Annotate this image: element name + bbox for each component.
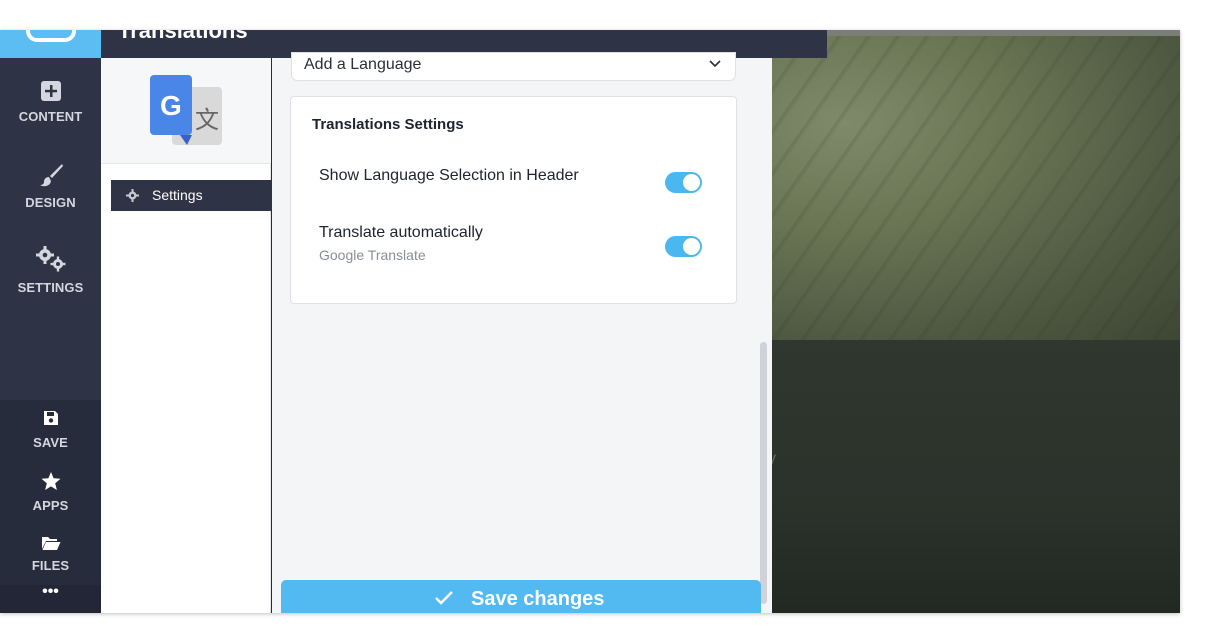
add-language-select[interactable]: Add a Language bbox=[291, 52, 736, 81]
brand-logo[interactable] bbox=[0, 30, 101, 58]
google-translate-logo: G 文 bbox=[150, 75, 222, 145]
floppy-icon bbox=[43, 411, 58, 425]
nav-save[interactable]: SAVE bbox=[0, 410, 101, 452]
save-changes-button[interactable]: Save changes bbox=[281, 580, 761, 613]
preview-hero-image bbox=[760, 30, 1180, 340]
site-preview: e cy bbox=[760, 30, 1180, 613]
toggle-knob bbox=[683, 174, 700, 191]
cloud-icon bbox=[26, 30, 76, 42]
nav-content[interactable]: CONTENT bbox=[0, 80, 101, 126]
show-language-selection-label: Show Language Selection in Header bbox=[319, 167, 579, 184]
brush-icon bbox=[39, 164, 63, 187]
preview-lower-section bbox=[760, 340, 1180, 613]
add-language-select-value: Add a Language bbox=[304, 56, 422, 73]
app-subnav: G 文 Settings bbox=[101, 58, 279, 613]
gears-icon bbox=[35, 246, 65, 272]
nav-settings-label: SETTINGS bbox=[17, 280, 84, 295]
app-logo-area: G 文 bbox=[101, 58, 271, 164]
nav-settings[interactable]: SETTINGS bbox=[0, 245, 101, 297]
translate-automatically-toggle[interactable] bbox=[665, 236, 702, 257]
main-sidebar: CONTENT DESIGN SETTINGS SAVE APPS FILES bbox=[0, 30, 101, 613]
folder-open-icon bbox=[41, 537, 60, 550]
check-icon bbox=[435, 591, 453, 605]
translate-automatically-sublabel: Google Translate bbox=[319, 247, 426, 263]
editor-window: e cy CONTENT DESIGN SETTINGS SAVE APPS bbox=[0, 30, 1180, 613]
gear-icon bbox=[126, 189, 139, 202]
nav-apps[interactable]: APPS bbox=[0, 472, 101, 515]
chevron-down-icon bbox=[709, 60, 721, 68]
card-title: Translations Settings bbox=[312, 116, 464, 133]
nav-design[interactable]: DESIGN bbox=[0, 162, 101, 212]
show-language-selection-toggle[interactable] bbox=[665, 172, 702, 193]
svg-text:G: G bbox=[160, 90, 182, 121]
nav-files[interactable]: FILES bbox=[0, 535, 101, 575]
settings-panel: Add a Language Translations Settings Sho… bbox=[272, 52, 772, 613]
nav-save-label: SAVE bbox=[33, 435, 68, 450]
tab-settings[interactable]: Settings bbox=[111, 180, 279, 211]
tab-settings-label: Settings bbox=[152, 187, 203, 203]
nav-files-label: FILES bbox=[31, 558, 70, 573]
sidebar-bottom-group: SAVE APPS FILES bbox=[0, 400, 101, 613]
nav-content-label: CONTENT bbox=[18, 109, 83, 124]
svg-text:文: 文 bbox=[195, 106, 219, 134]
plus-square-icon bbox=[40, 81, 61, 101]
nav-apps-label: APPS bbox=[32, 498, 69, 513]
star-icon bbox=[41, 472, 60, 490]
toggle-knob bbox=[683, 238, 700, 255]
preview-top-bar bbox=[826, 30, 1180, 36]
translations-settings-card: Translations Settings Show Language Sele… bbox=[290, 96, 737, 304]
page-title: Translations bbox=[118, 30, 248, 43]
save-changes-label: Save changes bbox=[471, 588, 605, 610]
panel-scrollbar[interactable] bbox=[760, 342, 767, 604]
translate-automatically-label: Translate automatically bbox=[319, 224, 483, 241]
more-menu-button[interactable]: ••• bbox=[0, 584, 101, 613]
nav-design-label: DESIGN bbox=[25, 195, 76, 210]
